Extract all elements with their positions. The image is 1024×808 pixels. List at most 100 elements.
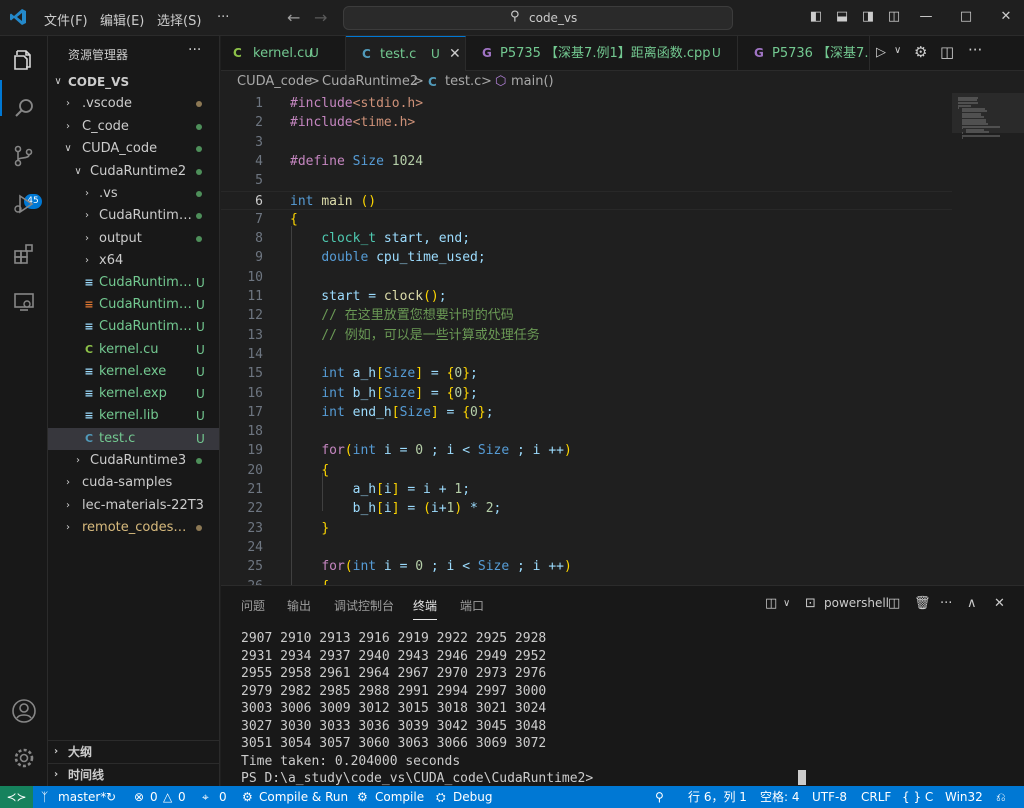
folder-c-code[interactable]: › C_code <box>48 116 219 138</box>
close-panel-icon[interactable]: ✕ <box>994 596 1005 611</box>
code-line[interactable]: 18 <box>221 422 952 441</box>
tab-terminal[interactable]: 终端 <box>413 597 438 620</box>
error-icon[interactable]: ⊗ <box>134 786 144 808</box>
source-control-icon[interactable] <box>10 142 38 170</box>
gear-icon[interactable]: ⚙ <box>914 43 927 61</box>
timeline-section[interactable]: › 时间线 <box>48 763 219 785</box>
folder-cudaruntime3[interactable]: › CudaRuntime3 <box>48 450 219 472</box>
folder-remote-codespaces[interactable]: › remote_codesp... <box>48 517 219 539</box>
indentation[interactable]: 空格: 4 <box>760 786 800 808</box>
folder-cudaruntime2[interactable]: ∨ CudaRuntime2 <box>48 161 219 183</box>
run-debug-icon[interactable] <box>10 190 38 218</box>
back-arrow-icon[interactable]: ← <box>287 8 300 27</box>
code-line[interactable]: 17 int end_h[Size] = {0}; <box>221 403 952 422</box>
language-mode[interactable]: { } C <box>902 786 933 808</box>
terminal-shell-name[interactable]: powershell <box>824 596 889 610</box>
customize-layout-icon[interactable]: ◫ <box>886 9 902 25</box>
ports-icon[interactable]: ⌖ <box>202 786 209 808</box>
more-actions-icon[interactable]: ··· <box>188 42 201 58</box>
settings-gear-icon[interactable] <box>10 744 38 772</box>
folder-output[interactable]: › output <box>48 228 219 250</box>
error-count[interactable]: 0 <box>150 786 158 808</box>
menu-selection[interactable]: 选择(S) <box>157 10 201 29</box>
code-editor[interactable]: 1 #include<stdio.h> 2 #include<time.h> 3 4 #de… <box>221 93 1024 585</box>
code-line[interactable]: 7{ <box>221 210 952 229</box>
tab-p5736[interactable]: G P5736 【深基7.6 <box>738 36 870 71</box>
code-line[interactable]: 12 // 在这里放置您想要计时的代码 <box>221 306 952 325</box>
code-line[interactable]: 20 { <box>221 461 952 480</box>
command-center-search[interactable]: ⚲ code_vs <box>343 6 733 30</box>
code-line[interactable]: 26 { <box>221 577 952 586</box>
maximize-panel-icon[interactable]: ∧ <box>967 596 977 611</box>
breadcrumb-folder[interactable]: CudaRuntime2 <box>322 71 418 93</box>
split-terminal-icon[interactable]: ◫ <box>765 596 777 611</box>
file-kernel-exp[interactable]: ≡ kernel.exp U <box>48 383 219 405</box>
file-kernel-lib[interactable]: ≡ kernel.lib U <box>48 405 219 427</box>
forward-arrow-icon[interactable]: → <box>314 8 327 27</box>
toggle-primary-sidebar-icon[interactable]: ◧ <box>808 9 824 25</box>
folder-lec-materials[interactable]: › lec-materials-22T3 <box>48 495 219 517</box>
more-actions-icon[interactable]: ··· <box>968 41 982 59</box>
end-of-line[interactable]: CRLF <box>861 786 891 808</box>
toggle-panel-icon[interactable]: ⬓ <box>834 9 850 25</box>
code-line[interactable]: 3 <box>221 133 952 152</box>
code-line[interactable]: 10 <box>221 268 952 287</box>
compile-run-button[interactable]: Compile & Run <box>259 786 348 808</box>
platform[interactable]: Win32 <box>945 786 983 808</box>
notifications-bell-icon[interactable]: ⎌ <box>996 786 1006 808</box>
code-line[interactable]: 25 for(int i = 0 ; i < Size ; i ++) <box>221 557 952 576</box>
tab-kernel-cu[interactable]: C kernel.cu U <box>221 36 346 71</box>
encoding[interactable]: UTF-8 <box>812 786 847 808</box>
file-cudaruntime-3[interactable]: ≡ CudaRuntime... U <box>48 316 219 338</box>
warning-icon[interactable]: △ <box>163 786 172 808</box>
close-icon[interactable]: ✕ <box>998 9 1014 25</box>
tab-problems[interactable]: 问题 <box>241 597 265 614</box>
breadcrumb-folder[interactable]: CUDA_code <box>237 71 312 93</box>
more-actions-icon[interactable]: ··· <box>940 596 952 611</box>
explorer-files-icon[interactable] <box>10 46 38 74</box>
minimap[interactable] <box>952 93 1024 585</box>
tab-ports[interactable]: 端口 <box>460 597 484 614</box>
file-kernel-cu[interactable]: C kernel.cu U <box>48 339 219 361</box>
split-editor-icon[interactable]: ◫ <box>940 43 954 61</box>
warning-count[interactable]: 0 <box>178 786 186 808</box>
maximize-icon[interactable]: □ <box>958 9 974 25</box>
zoom-icon[interactable]: ⚲ <box>655 786 664 808</box>
tab-output[interactable]: 输出 <box>287 597 311 614</box>
workspace-root[interactable]: ∨ CODE_VS <box>48 71 219 93</box>
folder-x64[interactable]: › x64 <box>48 250 219 272</box>
account-icon[interactable] <box>10 698 38 726</box>
code-line[interactable]: 19 for(int i = 0 ; i < Size ; i ++) <box>221 441 952 460</box>
folder-cuda-code[interactable]: ∨ CUDA_code <box>48 138 219 160</box>
file-cudaruntime-2[interactable]: ≡ CudaRuntime... U <box>48 294 219 316</box>
run-file-icon[interactable]: ▷ <box>876 45 886 60</box>
ports-count[interactable]: 0 <box>219 786 227 808</box>
tab-test-c[interactable]: C test.c U ✕ <box>346 36 466 71</box>
debug-button[interactable]: Debug <box>453 786 492 808</box>
code-line[interactable]: 11 start = clock(); <box>221 287 952 306</box>
tab-p5735[interactable]: G P5735 【深基7.例1】距离函数.cpp U <box>466 36 738 71</box>
file-test-c[interactable]: C test.c U <box>48 428 219 450</box>
code-line[interactable]: 24 <box>221 538 952 557</box>
minimap-slider[interactable] <box>952 93 1024 133</box>
code-line[interactable]: 1 #include<stdio.h> <box>221 94 952 113</box>
code-line[interactable]: 16 int b_h[Size] = {0}; <box>221 384 952 403</box>
menu-edit[interactable]: 编辑(E) <box>100 10 144 29</box>
code-line[interactable]: 2 #include<time.h> <box>221 113 952 132</box>
branch-name[interactable]: master* <box>58 786 106 808</box>
chevron-down-icon[interactable]: ∨ <box>783 598 790 609</box>
folder-vscode[interactable]: › .vscode <box>48 93 219 115</box>
code-line[interactable]: 14 <box>221 345 952 364</box>
folder-cudaruntime2-inner[interactable]: › CudaRuntime2 <box>48 205 219 227</box>
chevron-down-icon[interactable]: ∨ <box>894 45 901 56</box>
compile-button[interactable]: Compile <box>375 786 424 808</box>
file-cudaruntime-1[interactable]: ≡ CudaRuntime... U <box>48 272 219 294</box>
extensions-icon[interactable] <box>10 240 38 268</box>
file-kernel-exe[interactable]: ≡ kernel.exe U <box>48 361 219 383</box>
remote-indicator-icon[interactable]: ≺≻ <box>0 786 33 808</box>
code-line[interactable]: 5 <box>221 171 952 190</box>
toggle-secondary-sidebar-icon[interactable]: ◨ <box>860 9 876 25</box>
folder-cuda-samples[interactable]: › cuda-samples <box>48 472 219 494</box>
code-line[interactable]: 8 clock_t start, end; <box>221 229 952 248</box>
trash-icon[interactable]: 🗑 <box>914 596 931 611</box>
